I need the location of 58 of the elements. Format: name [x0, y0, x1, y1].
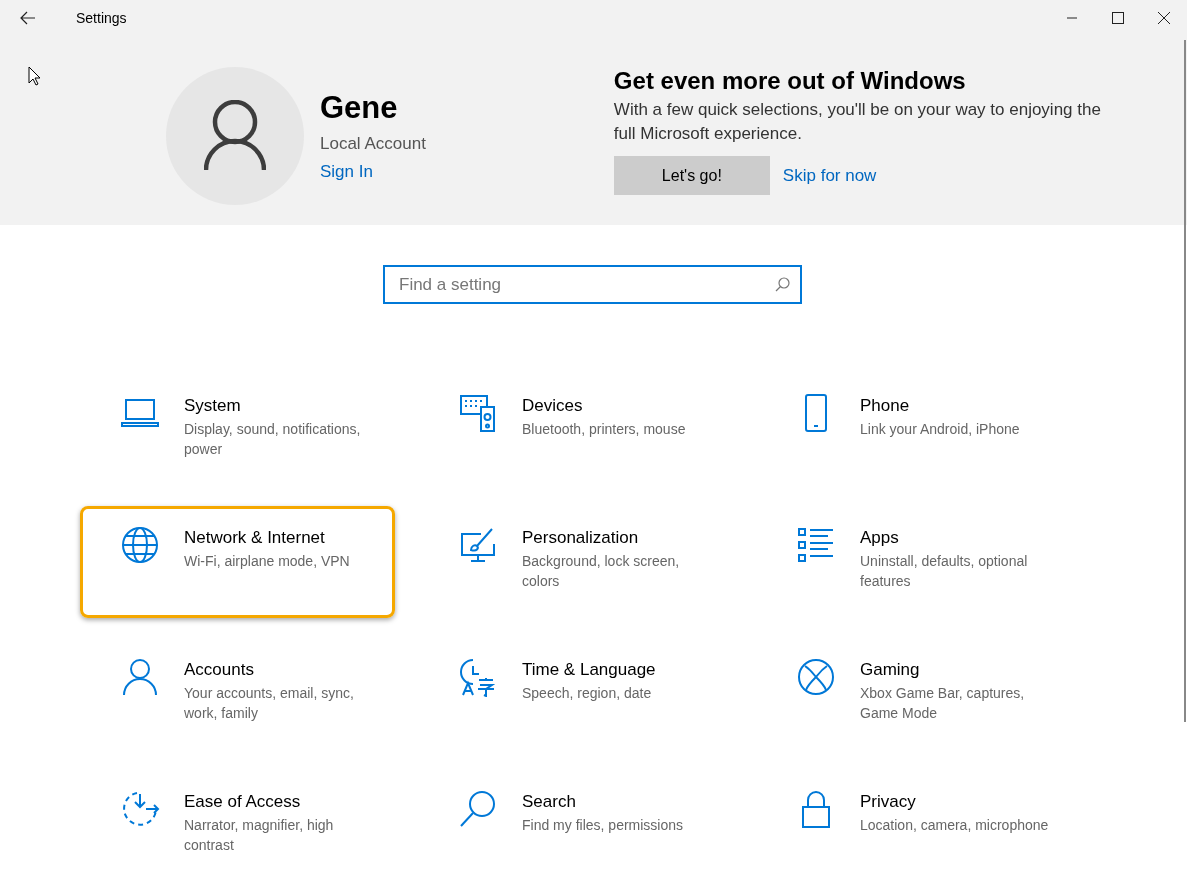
- account-type: Local Account: [320, 133, 426, 155]
- category-tile[interactable]: Ease of Access Narrator, magnifier, high contrast: [80, 770, 395, 870]
- category-description: Wi-Fi, airplane mode, VPN: [184, 552, 351, 571]
- account-name: Gene: [320, 89, 399, 127]
- category-tile[interactable]: Apps Uninstall, defaults, optional features: [756, 506, 1071, 618]
- sign-in-link[interactable]: Sign In: [320, 158, 426, 184]
- search-field[interactable]: Find a setting: [383, 265, 802, 304]
- category-tile[interactable]: Personalization Background, lock screen, colors: [418, 506, 733, 618]
- category-description: Background, lock screen, colors: [522, 552, 681, 591]
- category-tile[interactable]: Search Find my files, permissions: [418, 770, 733, 870]
- category-tile[interactable]: Gaming Xbox Game Bar, captures, Game Mode: [756, 638, 1071, 750]
- search-icon: [458, 789, 498, 829]
- window-title: Settings: [76, 8, 127, 28]
- globe-icon: [120, 525, 160, 565]
- category-description: Display, sound, notifications, power: [184, 420, 362, 459]
- category-description: Speech, region, date: [522, 684, 653, 703]
- category-tile[interactable]: Accounts Your accounts, email, sync, work, family: [80, 638, 395, 750]
- back-arrow-icon[interactable]: [20, 11, 36, 25]
- dashed-circle-arrow-icon: [120, 789, 160, 829]
- person-icon: [120, 657, 160, 697]
- category-title: Phone: [860, 395, 911, 417]
- category-description: Your accounts, email, sync, work, family: [184, 684, 355, 723]
- category-description: Location, camera, microphone: [860, 816, 1050, 835]
- category-title: Privacy: [860, 791, 917, 813]
- category-description: Narrator, magnifier, high contrast: [184, 816, 335, 855]
- category-description: Uninstall, defaults, optional features: [860, 552, 1029, 591]
- keyboard-speaker-icon: [458, 393, 498, 433]
- category-title: System: [184, 395, 242, 417]
- person-icon: [204, 100, 266, 172]
- lets-go-button[interactable]: Let's go!: [613, 156, 770, 195]
- category-description: Find my files, permissions: [522, 816, 685, 835]
- category-title: Personalization: [522, 527, 640, 549]
- category-tile[interactable]: Devices Bluetooth, printers, mouse: [418, 374, 733, 486]
- category-tile[interactable]: Network & Internet Wi-Fi, airplane mode, VPN: [80, 506, 395, 618]
- promo-text: With a few quick selections, you'll be on your way to enjoying the full Microsoft experience.: [613, 99, 1102, 145]
- xbox-icon: [796, 657, 836, 697]
- category-tile[interactable]: Time & Language Speech, region, date: [418, 638, 733, 750]
- category-description: Xbox Game Bar, captures, Game Mode: [860, 684, 1026, 723]
- category-description: Bluetooth, printers, mouse: [522, 420, 687, 439]
- list-icon: [796, 525, 836, 565]
- category-title: Search: [522, 791, 577, 813]
- promo-title: Get even more out of Windows: [613, 66, 967, 96]
- category-title: Ease of Access: [184, 791, 302, 813]
- clock-letters-icon: [458, 657, 498, 697]
- category-tile[interactable]: System Display, sound, notifications, power: [80, 374, 395, 486]
- category-title: Gaming: [860, 659, 921, 681]
- mouse-pointer-icon: [28, 66, 41, 86]
- category-title: Devices: [522, 395, 584, 417]
- category-title: Accounts: [184, 659, 255, 681]
- search-icon: [775, 277, 790, 292]
- skip-link[interactable]: Skip for now: [782, 162, 877, 189]
- scrollbar[interactable]: [1184, 40, 1186, 722]
- category-description: Link your Android, iPhone: [860, 420, 1021, 439]
- category-title: Network & Internet: [184, 527, 326, 549]
- category-tile[interactable]: Phone Link your Android, iPhone: [756, 374, 1071, 486]
- category-tile[interactable]: Privacy Location, camera, microphone: [756, 770, 1071, 870]
- category-title: Apps: [860, 527, 900, 549]
- category-title: Time & Language: [522, 659, 657, 681]
